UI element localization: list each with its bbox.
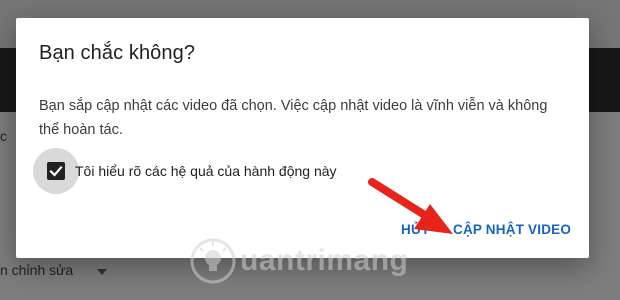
dialog-title: Bạn chắc không? [39, 42, 196, 64]
acknowledge-checkbox-label[interactable]: Tôi hiểu rõ các hệ quả của hành động này [75, 163, 337, 179]
background-edit-label: n chỉnh sửa [0, 262, 74, 278]
background-text-fragment: c [0, 128, 7, 144]
check-icon [49, 165, 63, 177]
cancel-button[interactable]: HỦY [401, 222, 430, 237]
update-video-button[interactable]: CẬP NHẬT VIDEO [453, 222, 571, 237]
lightbulb-icon [190, 238, 236, 284]
acknowledge-checkbox[interactable] [47, 162, 65, 180]
chevron-down-icon[interactable] [96, 264, 108, 282]
watermark-text: uantrimang [240, 244, 409, 277]
dialog-message: Bạn sắp cập nhật các video đã chọn. Việc… [39, 98, 548, 138]
confirm-dialog: Bạn chắc không? Bạn sắp cập nhật các vid… [16, 18, 589, 258]
